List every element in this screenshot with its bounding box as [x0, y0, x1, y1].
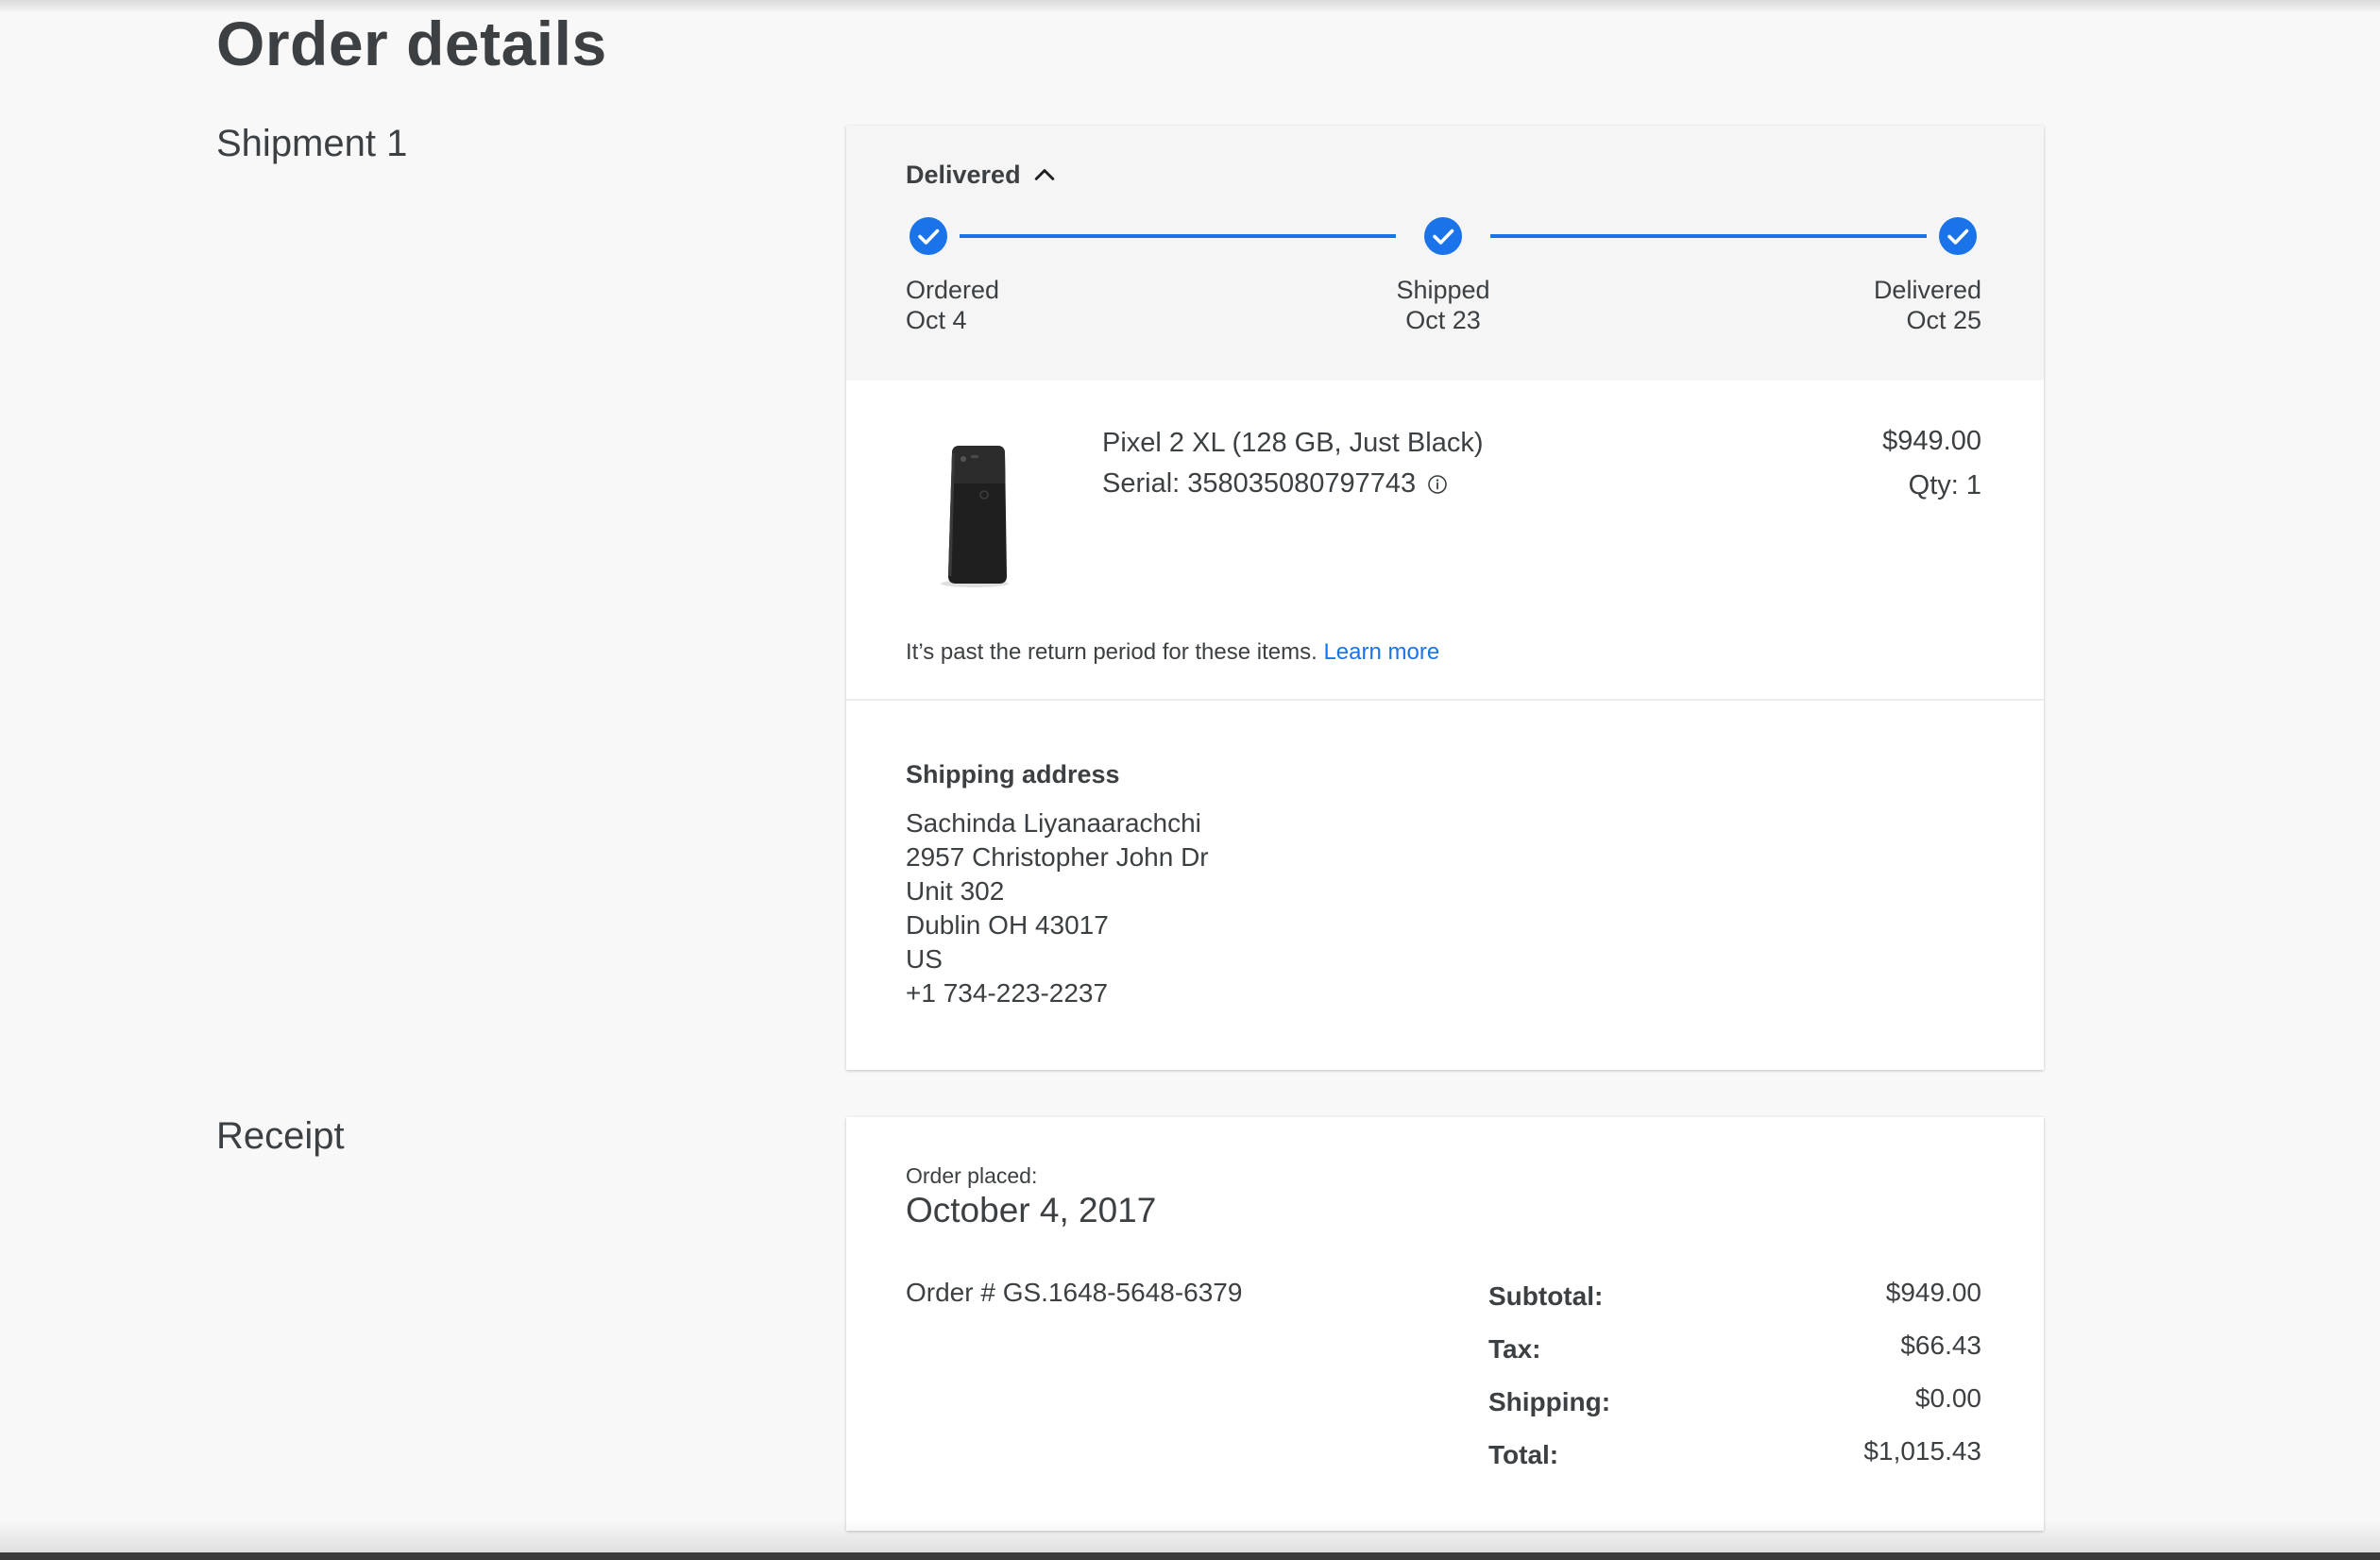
product-price: $949.00 — [1882, 426, 1981, 456]
shipping-address-heading: Shipping address — [906, 760, 1120, 788]
delivery-status-panel: Delivered Ordered Oct 4 Shipped Oct 23 D… — [846, 126, 2044, 381]
learn-more-link[interactable]: Learn more — [1323, 639, 1439, 665]
step-shipped-date: Oct 23 — [1405, 306, 1481, 334]
address-unit: Unit 302 — [906, 876, 1005, 906]
step-ordered: Ordered Oct 4 — [906, 275, 999, 335]
order-placed-date: October 4, 2017 — [906, 1191, 1157, 1229]
section-divider — [846, 699, 2044, 701]
shipping-value: $0.00 — [1914, 1383, 1981, 1413]
step-delivered-label: Delivered — [1873, 276, 1981, 304]
bottom-edge-bar — [0, 1552, 2380, 1560]
address-street: 2957 Christopher John Dr — [906, 842, 1209, 872]
subtotal-value: $949.00 — [1885, 1278, 1981, 1307]
return-period-note: It’s past the return period for these it… — [906, 639, 1439, 666]
return-period-text: It’s past the return period for these it… — [906, 639, 1318, 665]
step-delivered: Delivered Oct 25 — [1874, 275, 1981, 335]
shipment-section-title: Shipment 1 — [216, 123, 408, 164]
check-circle-icon — [1424, 217, 1462, 255]
shipping-label: Shipping: — [1488, 1387, 1611, 1416]
tax-value: $66.43 — [1900, 1331, 1981, 1360]
shipping-row: Shipping: $0.00 — [1488, 1383, 1981, 1436]
receipt-card: Order placed: October 4, 2017 Order # GS… — [846, 1117, 2044, 1531]
delivery-status-toggle[interactable]: Delivered — [906, 154, 1059, 195]
receipt-section-title: Receipt — [216, 1115, 345, 1157]
step-ordered-label: Ordered — [906, 276, 1000, 304]
check-circle-icon — [910, 217, 947, 255]
tax-row: Tax: $66.43 — [1488, 1331, 1981, 1383]
product-image — [941, 446, 1009, 587]
subtotal-label: Subtotal: — [1488, 1281, 1604, 1311]
total-row: Total: $1,015.43 — [1488, 1436, 1981, 1489]
product-serial: Serial: 358035080797743 — [1102, 468, 1448, 500]
chevron-up-icon — [1034, 169, 1054, 180]
delivery-status-label: Delivered — [906, 160, 1021, 189]
total-value: $1,015.43 — [1863, 1436, 1981, 1466]
progress-line-shipped-delivered — [1490, 234, 1927, 238]
info-icon[interactable] — [1427, 474, 1448, 495]
tax-label: Tax: — [1488, 1334, 1541, 1364]
product-name: Pixel 2 XL (128 GB, Just Black) — [1102, 428, 1484, 458]
address-name: Sachinda Liyanaarachchi — [906, 808, 1201, 838]
order-number: Order # GS.1648-5648-6379 — [906, 1278, 1243, 1307]
check-circle-icon — [1939, 217, 1977, 255]
step-shipped: Shipped Oct 23 — [1349, 275, 1538, 335]
order-placed-label: Order placed: — [906, 1163, 1038, 1188]
step-ordered-date: Oct 4 — [906, 306, 967, 334]
product-quantity: Qty: 1 — [1908, 470, 1981, 500]
progress-line-ordered-shipped — [960, 234, 1396, 238]
shipping-address: Sachinda Liyanaarachchi 2957 Christopher… — [906, 806, 1209, 1010]
bottom-edge-shadow — [0, 1520, 2380, 1552]
product-serial-text: Serial: 358035080797743 — [1102, 468, 1417, 499]
shipment-card: Delivered Ordered Oct 4 Shipped Oct 23 D… — [846, 126, 2044, 1070]
total-label: Total: — [1488, 1440, 1559, 1469]
subtotal-row: Subtotal: $949.00 — [1488, 1278, 1981, 1331]
receipt-totals: Subtotal: $949.00 Tax: $66.43 Shipping: … — [1488, 1278, 1981, 1489]
address-country: US — [906, 944, 943, 974]
step-shipped-label: Shipped — [1396, 276, 1490, 304]
step-delivered-date: Oct 25 — [1906, 306, 1981, 334]
address-phone: +1 734-223-2237 — [906, 978, 1109, 1008]
page-title: Order details — [216, 8, 607, 78]
address-city: Dublin OH 43017 — [906, 910, 1109, 940]
